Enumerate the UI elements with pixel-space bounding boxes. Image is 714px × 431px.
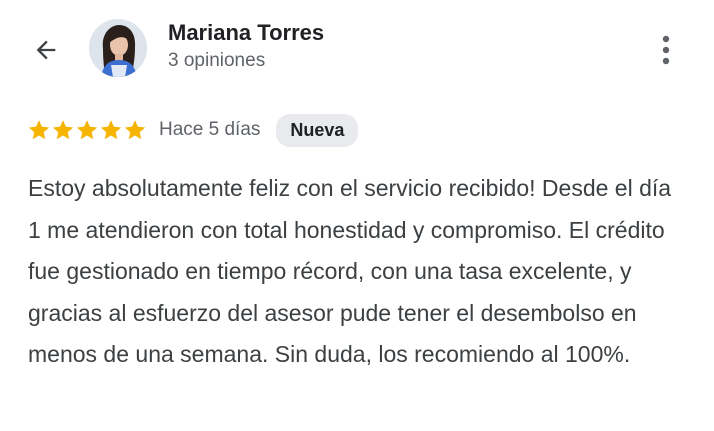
- reviewer-name[interactable]: Mariana Torres: [168, 20, 324, 46]
- star-icon: [28, 120, 50, 140]
- star-icon: [76, 120, 98, 140]
- review-text: Estoy absolutamente feliz con el servici…: [28, 175, 672, 367]
- review-meta: Hace 5 días Nueva: [27, 113, 359, 147]
- more-options-button[interactable]: [650, 30, 682, 70]
- back-button[interactable]: [26, 30, 66, 70]
- avatar[interactable]: [89, 19, 147, 77]
- arrow-back-icon: [36, 40, 56, 60]
- reviewer-review-count: 3 opiniones: [168, 50, 266, 71]
- new-badge: Nueva: [276, 113, 359, 147]
- reviewer-photo: [89, 19, 147, 77]
- star-rating: [27, 118, 147, 142]
- star-icon: [124, 120, 146, 140]
- more-vert-icon: [662, 35, 670, 65]
- star-icon: [52, 120, 74, 140]
- star-icon: [100, 120, 122, 140]
- review-time: Hace 5 días: [159, 119, 261, 140]
